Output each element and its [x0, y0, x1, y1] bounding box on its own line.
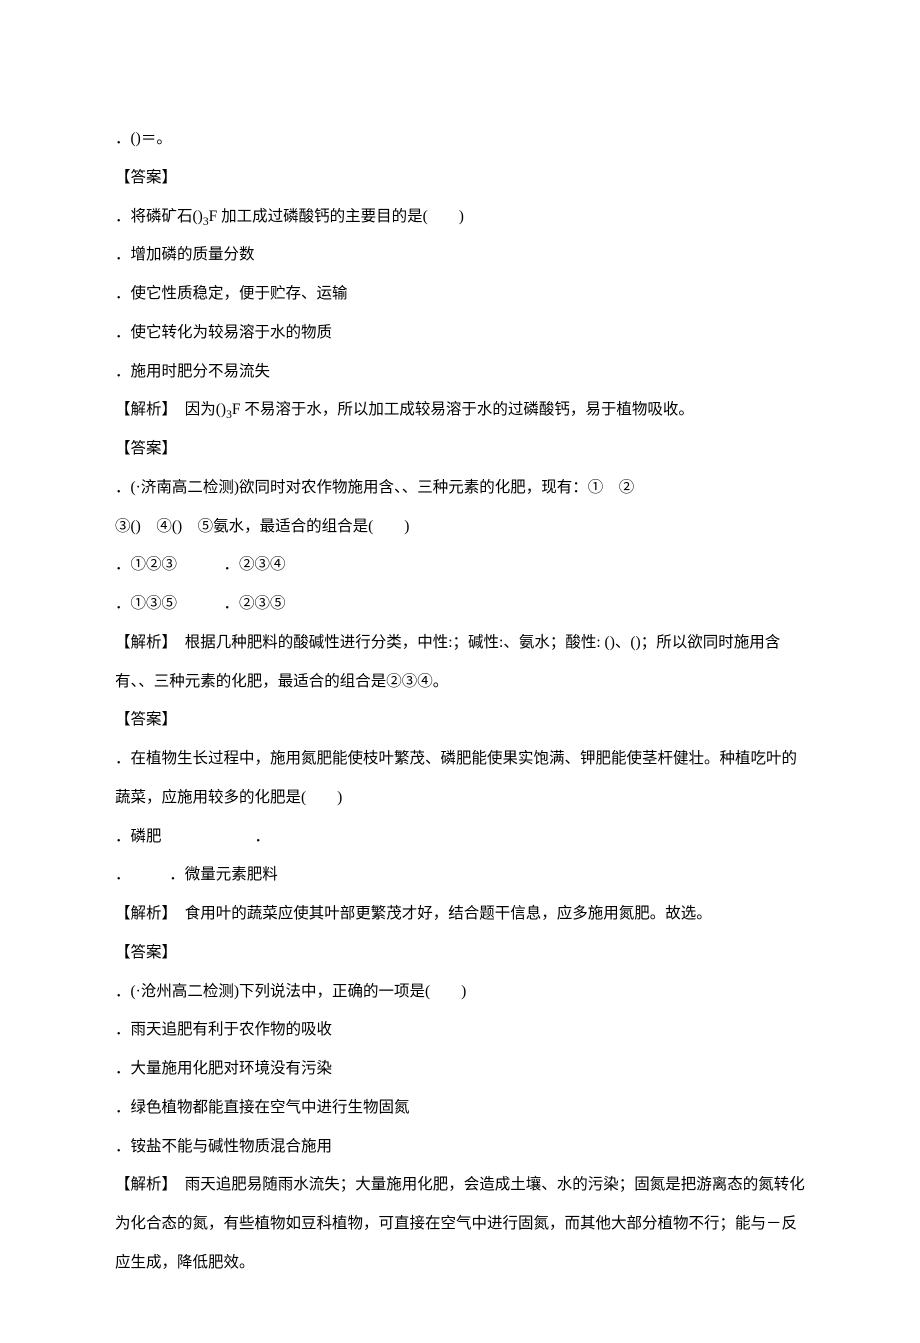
text-line: ． ．微量元素肥料: [115, 856, 805, 895]
text-line: ③() ④() ⑤氨水，最适合的组合是( ): [115, 508, 805, 547]
text-line: ．()＝。: [115, 120, 805, 159]
text-line: ．绿色植物都能直接在空气中进行生物固氮: [115, 1089, 805, 1128]
text-line: ．(·沧州高二检测)下列说法中，正确的一项是( ): [115, 973, 805, 1012]
text-line: ．①③⑤ ．②③⑤: [115, 585, 805, 624]
text-line: 【解析】 食用叶的蔬菜应使其叶部更繁茂才好，结合题干信息，应多施用氮肥。故选。: [115, 895, 805, 934]
text-line: ．磷肥 ．: [115, 818, 805, 857]
text-line: ．大量施用化肥对环境没有污染: [115, 1050, 805, 1089]
text-line: 【答案】: [115, 701, 805, 740]
text-line: ．增加磷的质量分数: [115, 236, 805, 275]
text-line: 【答案】: [115, 159, 805, 198]
text-line: ．雨天追肥有利于农作物的吸收: [115, 1011, 805, 1050]
text-line: 【解析】 因为()3F 不易溶于水，所以加工成较易溶于水的过磷酸钙，易于植物吸收…: [115, 391, 805, 430]
text-line: ．使它转化为较易溶于水的物质: [115, 314, 805, 353]
text-line: ．铵盐不能与碱性物质混合施用: [115, 1128, 805, 1167]
text-line: 【解析】 根据几种肥料的酸碱性进行分类，中性:；碱性:、氨水；酸性: ()、()…: [115, 624, 805, 702]
text-line: ．施用时肥分不易流失: [115, 353, 805, 392]
text-line: 【答案】: [115, 934, 805, 973]
text-line: ．(·济南高二检测)欲同时对农作物施用含、、三种元素的化肥，现有：① ②: [115, 469, 805, 508]
text-line: 【答案】: [115, 430, 805, 469]
text-line: ．①②③ ．②③④: [115, 546, 805, 585]
text-line: ．使它性质稳定，便于贮存、运输: [115, 275, 805, 314]
text-line: ．将磷矿石()3F 加工成过磷酸钙的主要目的是( ): [115, 198, 805, 237]
text-line: 【解析】 雨天追肥易随雨水流失；大量施用化肥，会造成土壤、水的污染；固氮是把游离…: [115, 1166, 805, 1282]
text-line: ．在植物生长过程中，施用氮肥能使枝叶繁茂、磷肥能使果实饱满、钾肥能使茎杆健壮。种…: [115, 740, 805, 818]
